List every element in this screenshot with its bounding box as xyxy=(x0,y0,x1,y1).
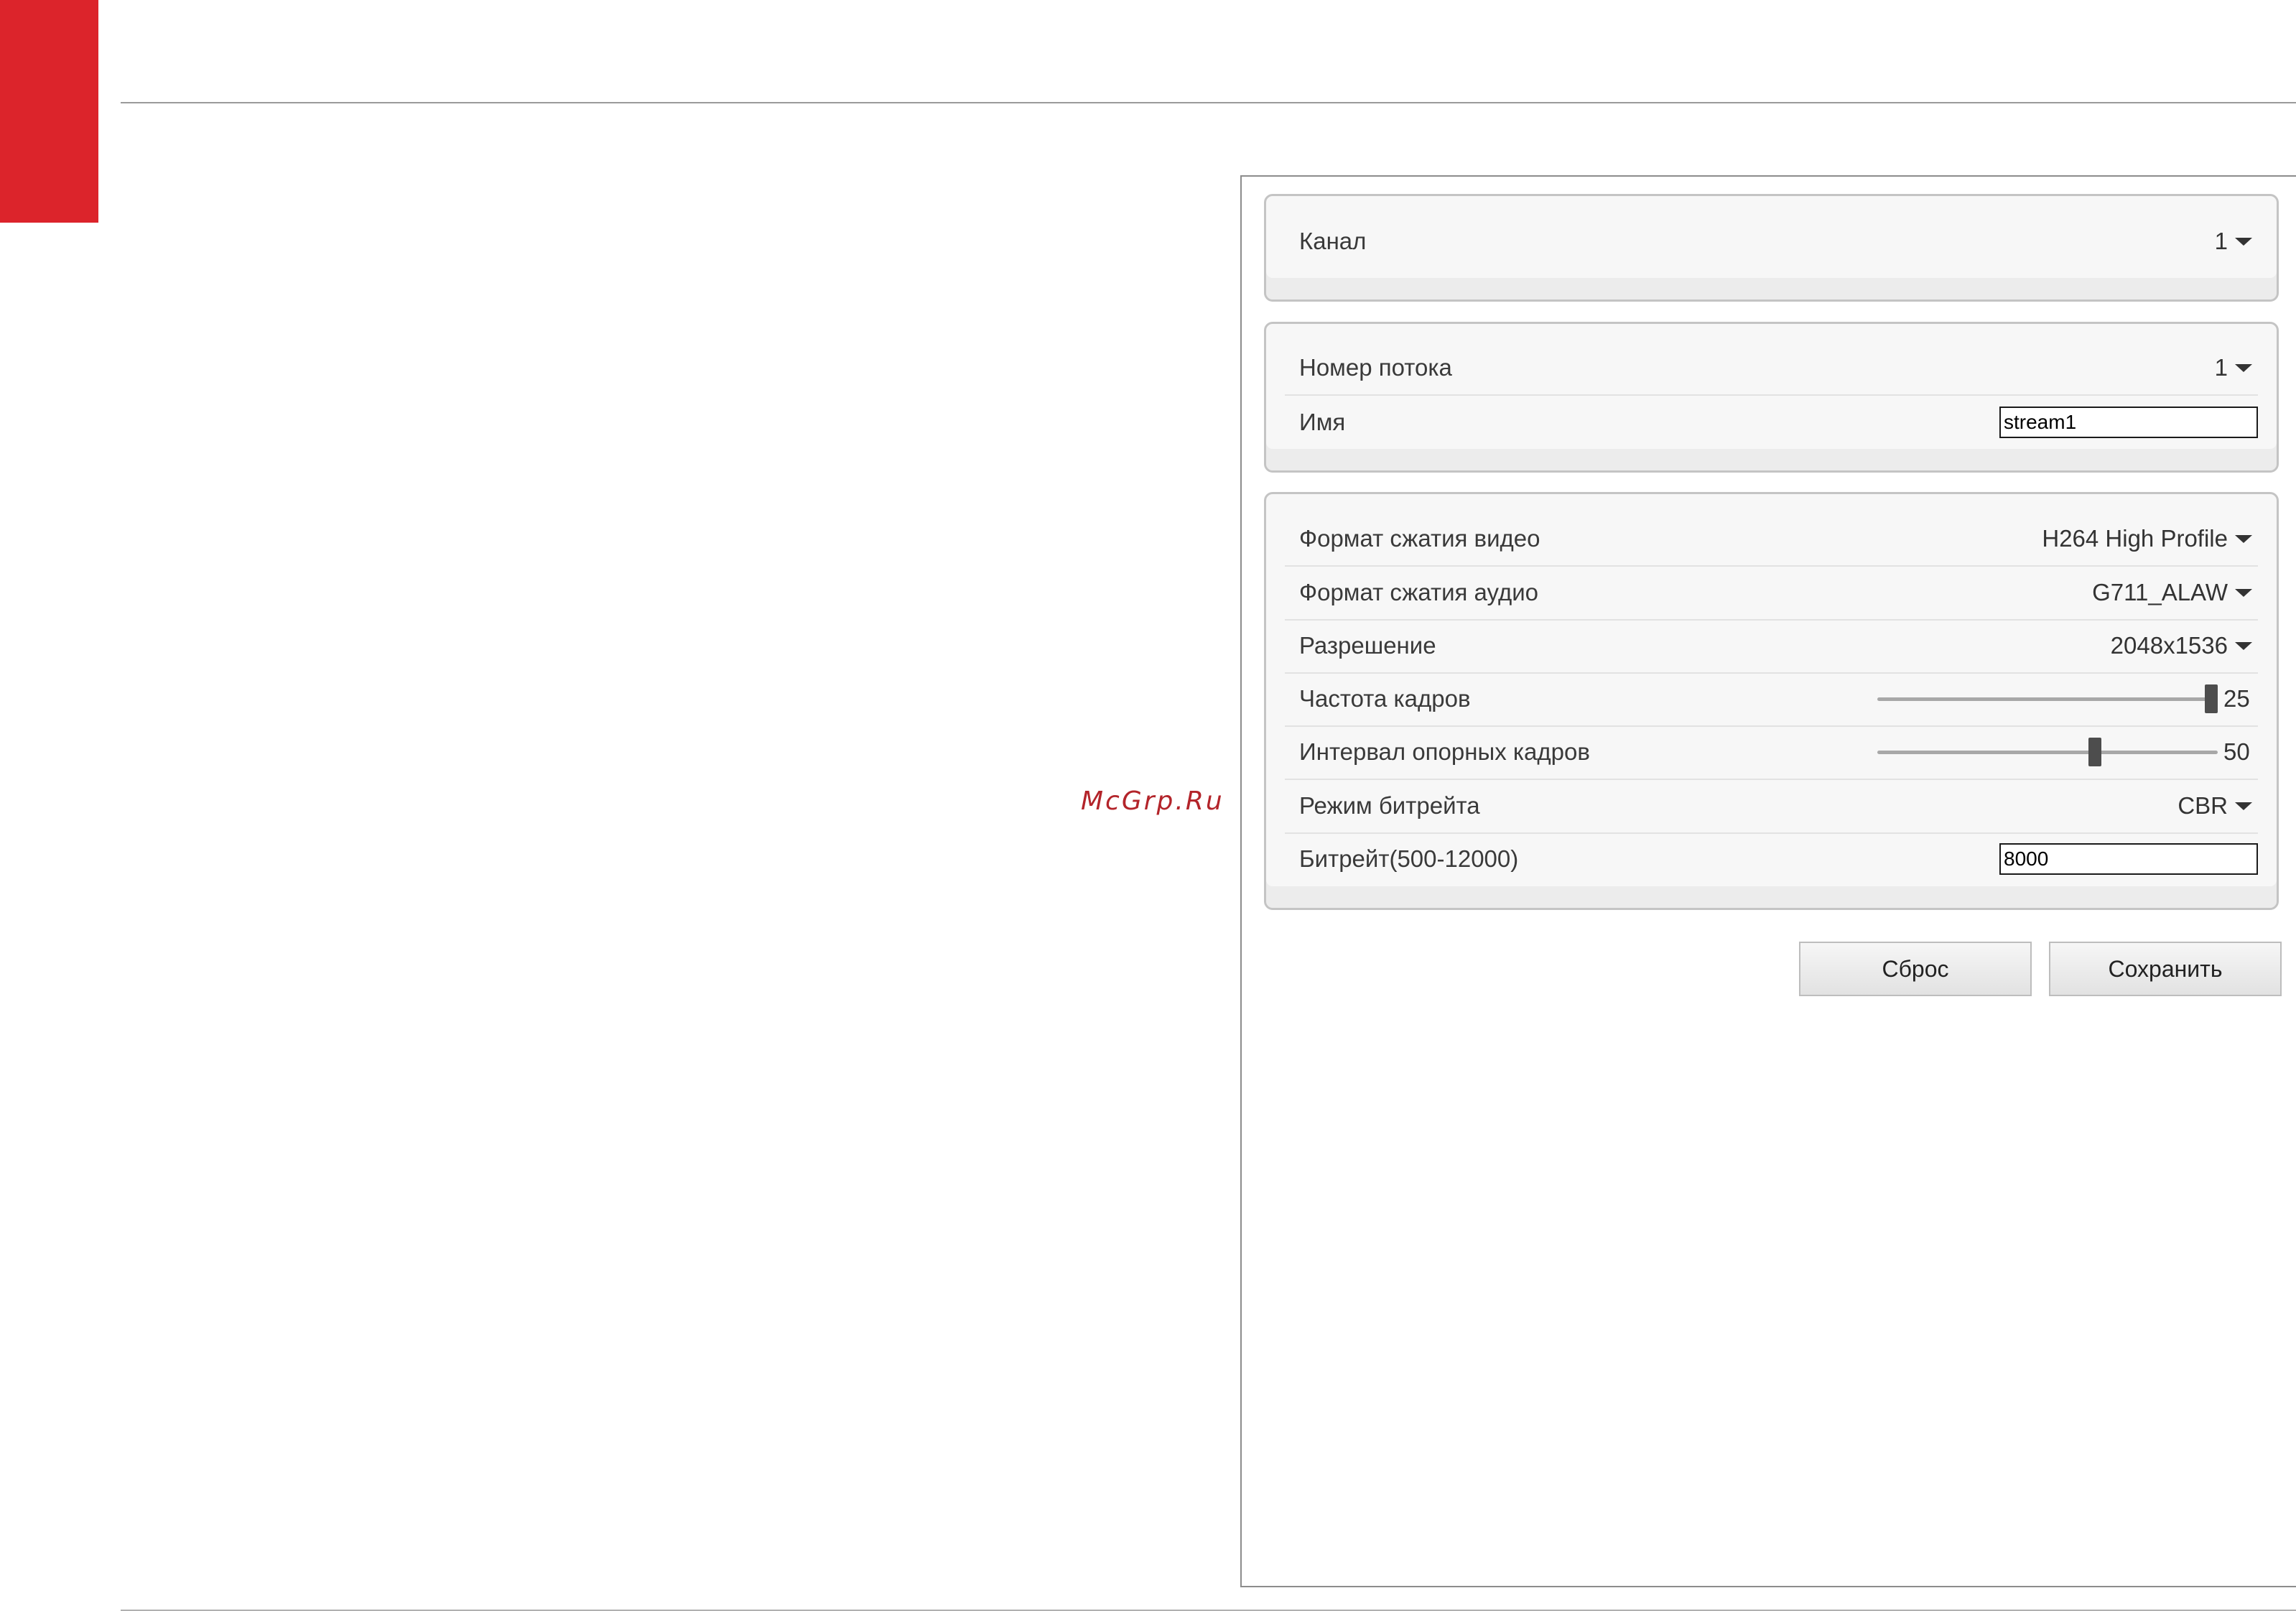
channel-select[interactable]: 1 xyxy=(2215,228,2258,255)
bitrate-row: Битрейт(500-12000) 8000 xyxy=(1285,832,2258,886)
watermark: McGrp.Ru xyxy=(1081,786,1224,816)
resolution-label: Разрешение xyxy=(1299,632,1436,659)
stream-number-row: Номер потока 1 xyxy=(1285,341,2258,396)
channel-label: Канал xyxy=(1299,228,1367,254)
stream-number-select-value: 1 xyxy=(2214,354,2228,381)
brand-tab xyxy=(0,0,98,223)
video-codec-select-value: H264 High Profile xyxy=(2042,525,2228,552)
frame-rate-slider[interactable] xyxy=(1877,683,2218,715)
bitrate-label: Битрейт(500-12000) xyxy=(1299,845,1519,872)
channel-panel: Канал 1 xyxy=(1264,194,2279,302)
stream-number-label: Номер потока xyxy=(1299,354,1452,381)
iframe-interval-label: Интервал опорных кадров xyxy=(1299,738,1590,765)
chevron-down-icon xyxy=(2235,588,2252,597)
stream-name-input[interactable]: stream1 xyxy=(1999,407,2258,438)
frame-rate-label: Частота кадров xyxy=(1299,685,1471,712)
encoding-panel: Формат сжатия видео H264 High Profile Фо… xyxy=(1264,492,2279,910)
chevron-down-icon xyxy=(2235,802,2252,810)
slider-handle[interactable] xyxy=(2205,684,2218,713)
slider-track xyxy=(1877,751,2218,754)
header-divider xyxy=(121,102,2296,103)
resolution-select-value: 2048x1536 xyxy=(2110,632,2228,659)
iframe-interval-value: 50 xyxy=(2223,738,2250,765)
bitrate-mode-row: Режим битрейта CBR xyxy=(1285,779,2258,834)
video-codec-label: Формат сжатия видео xyxy=(1299,525,1540,552)
video-codec-row: Формат сжатия видео H264 High Profile xyxy=(1285,512,2258,567)
stream-number-select[interactable]: 1 xyxy=(2215,354,2258,381)
resolution-select[interactable]: 2048x1536 xyxy=(2111,632,2258,659)
frame-rate-value: 25 xyxy=(2223,685,2250,712)
video-codec-select[interactable]: H264 High Profile xyxy=(2042,525,2258,552)
bitrate-input[interactable]: 8000 xyxy=(1999,843,2258,875)
resolution-row: Разрешение 2048x1536 xyxy=(1285,619,2258,674)
chevron-down-icon xyxy=(2235,363,2252,372)
channel-row: Канал 1 xyxy=(1285,215,2258,268)
iframe-interval-control: 50 xyxy=(1877,736,2258,768)
chevron-down-icon xyxy=(2235,641,2252,650)
chevron-down-icon xyxy=(2235,534,2252,543)
bitrate-mode-select-value: CBR xyxy=(2178,792,2228,819)
stream-name-row: Имя stream1 xyxy=(1285,396,2258,449)
channel-select-value: 1 xyxy=(2214,228,2228,254)
iframe-interval-slider[interactable] xyxy=(1877,736,2218,768)
slider-handle[interactable] xyxy=(2088,738,2102,766)
stream-panel: Номер потока 1 Имя stream1 xyxy=(1264,322,2279,473)
audio-codec-select[interactable]: G711_ALAW xyxy=(2092,579,2258,606)
audio-codec-select-value: G711_ALAW xyxy=(2092,579,2228,605)
bitrate-mode-label: Режим битрейта xyxy=(1299,792,1480,819)
reset-button[interactable]: Сброс xyxy=(1799,942,2032,996)
frame-rate-row: Частота кадров 25 xyxy=(1285,672,2258,727)
frame-rate-control: 25 xyxy=(1877,683,2258,715)
iframe-interval-row: Интервал опорных кадров 50 xyxy=(1285,725,2258,780)
stream-name-label: Имя xyxy=(1299,409,1346,435)
audio-codec-row: Формат сжатия аудио G711_ALAW xyxy=(1285,566,2258,621)
save-button[interactable]: Сохранить xyxy=(2049,942,2282,996)
bitrate-mode-select[interactable]: CBR xyxy=(2178,792,2258,820)
audio-codec-label: Формат сжатия аудио xyxy=(1299,579,1538,605)
slider-track xyxy=(1877,697,2218,701)
chevron-down-icon xyxy=(2235,237,2252,246)
